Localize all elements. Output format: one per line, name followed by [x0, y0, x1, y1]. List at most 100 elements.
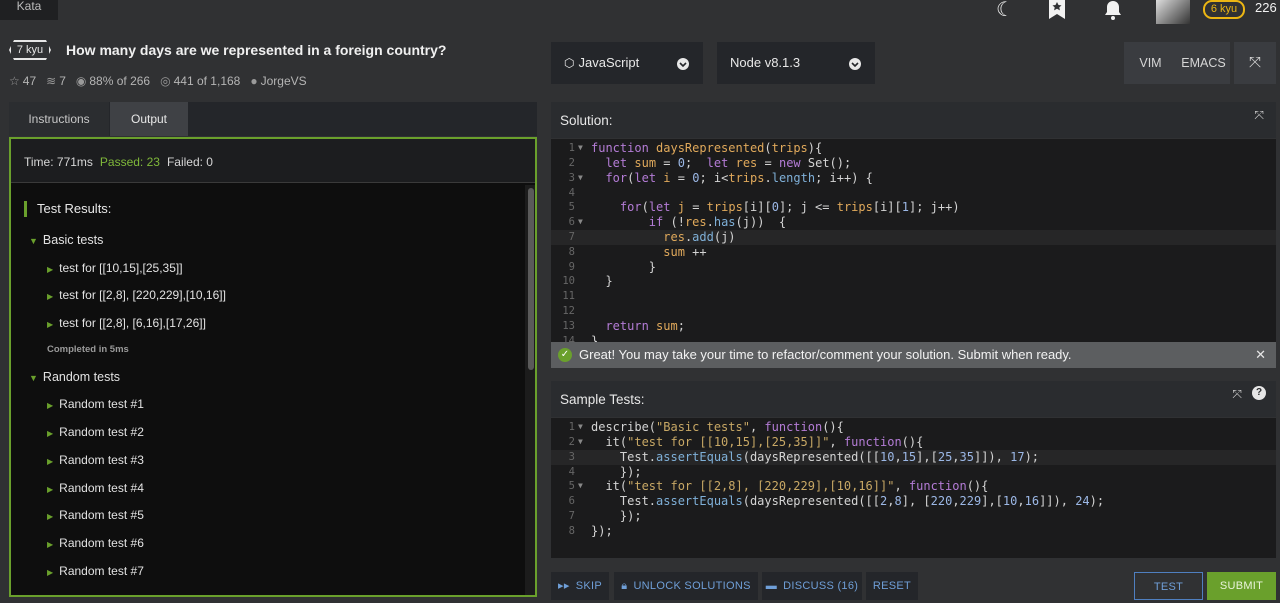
caret-down-icon: ▼: [29, 236, 38, 246]
output-panel: Time: 771ms Passed: 23 Failed: 0 Test Resu…: [9, 137, 537, 597]
avatar[interactable]: [1156, 0, 1190, 24]
test-item[interactable]: ▶ Random test #2: [47, 425, 144, 439]
test-item[interactable]: ▶ Random test #6: [47, 536, 144, 550]
line-number: 9: [568, 261, 575, 273]
author-name[interactable]: JorgeVS: [261, 74, 307, 88]
user-icon: ●: [250, 74, 258, 88]
collections-count: 7: [59, 74, 66, 88]
sample-tests-header: Sample Tests: ⤧ ?: [551, 381, 1276, 417]
tab-output[interactable]: Output: [110, 102, 188, 136]
caret-down-icon: ▼: [29, 373, 38, 383]
tab-instructions[interactable]: Instructions: [9, 102, 109, 136]
author-stat[interactable]: ● JorgeVS: [250, 74, 306, 88]
bell-icon[interactable]: [1103, 0, 1123, 24]
fold-icon[interactable]: ▼: [578, 215, 583, 230]
line-number: 3: [568, 172, 575, 184]
nav-kata-tab[interactable]: Kata: [0, 0, 58, 20]
completions-value: 441: [173, 74, 194, 88]
results-heading: Test Results:: [24, 201, 111, 217]
line-number: 6: [568, 216, 575, 228]
fold-icon[interactable]: ▼: [578, 141, 583, 156]
test-item[interactable]: ▶ Random test #7: [47, 564, 144, 578]
line-number: 4: [568, 187, 575, 199]
solution-editor[interactable]: 1 ▼ function daysRepresented(trips){ 2 let…: [551, 139, 1276, 342]
expand-icon[interactable]: ⤧: [1254, 108, 1264, 123]
code-line: 2 ▼ it("test for [[10,15],[25,35]]", func…: [551, 435, 1276, 450]
code-line: 14}: [551, 334, 1276, 342]
passed-count: Passed: 23: [99, 155, 160, 169]
completions-stat: ◎ 441 of 1,168: [160, 74, 240, 88]
line-number: 7: [568, 510, 575, 522]
caret-right-icon: ▶: [47, 265, 54, 274]
sample-tests-editor[interactable]: 1 ▼ describe("Basic tests", function(){ 2 ▼…: [551, 418, 1276, 558]
test-label: Random test #7: [59, 564, 144, 578]
submit-button[interactable]: SUBMIT: [1207, 572, 1276, 600]
code-line: 6 Test.assertEquals(daysRepresented([[2,…: [551, 494, 1276, 509]
test-label: Random test #6: [59, 536, 144, 550]
fold-icon[interactable]: ▼: [578, 171, 583, 186]
close-icon[interactable]: ✕: [1255, 342, 1266, 368]
help-icon[interactable]: ?: [1252, 386, 1266, 400]
mode-emacs-button[interactable]: EMACS: [1177, 42, 1230, 84]
line-number: 4: [568, 466, 575, 478]
fold-icon[interactable]: ▼: [578, 479, 583, 494]
language-select[interactable]: ⬡ JavaScript: [551, 42, 703, 84]
discuss-button[interactable]: ▬ DISCUSS (16): [762, 572, 862, 600]
caret-right-icon: ▶: [47, 485, 54, 494]
group-basic-tests[interactable]: ▼ Basic tests: [29, 233, 103, 247]
line-number: 8: [568, 525, 575, 537]
mode-vim-button[interactable]: VIM: [1124, 42, 1177, 84]
fullscreen-button[interactable]: ⤧: [1234, 42, 1276, 84]
test-item[interactable]: ▶ Random test #4: [47, 481, 144, 495]
fold-icon[interactable]: ▼: [578, 420, 583, 435]
output-scrollbar[interactable]: [525, 185, 535, 595]
code-line: 12: [551, 304, 1276, 319]
line-number: 1: [568, 421, 575, 433]
caret-right-icon: ▶: [47, 512, 54, 521]
fullscreen-icon: ⤧: [1248, 54, 1261, 71]
code-line-active: 3 Test.assertEquals(daysRepresented([[10…: [551, 450, 1276, 465]
code-line: 4 });: [551, 465, 1276, 480]
scroll-thumb[interactable]: [528, 188, 534, 370]
satisfaction-stat: ◉ 88% of 266: [76, 74, 150, 88]
line-number: 13: [562, 320, 575, 332]
line-number: 5: [568, 201, 575, 213]
test-item[interactable]: ▶ test for [[2,8], [6,16],[17,26]]: [47, 316, 206, 330]
kata-title: How many days are we represented in a fo…: [66, 42, 447, 58]
test-item[interactable]: ▶ test for [[2,8], [220,229],[10,16]]: [47, 288, 226, 302]
completions-total: of 1,168: [196, 74, 241, 88]
code-line: 13 return sum;: [551, 319, 1276, 334]
nav-kata-label: Kata: [16, 0, 42, 13]
unlock-solutions-button[interactable]: 🔒︎ UNLOCK SOLUTIONS: [614, 572, 758, 600]
fast-forward-icon: ▸▸: [558, 580, 570, 592]
test-item[interactable]: ▶ Random test #1: [47, 397, 144, 411]
reset-button[interactable]: RESET: [866, 572, 918, 600]
code-line: 11: [551, 289, 1276, 304]
runtime-select[interactable]: Node v8.1.3: [717, 42, 875, 84]
moon-icon[interactable]: ☾: [996, 0, 1014, 20]
code-line: 6 ▼ if (!res.has(j)) {: [551, 215, 1276, 230]
group-label: Basic tests: [42, 233, 104, 247]
code-line: 4: [551, 186, 1276, 201]
language-value: JavaScript: [578, 55, 640, 70]
test-item[interactable]: ▶ Random test #3: [47, 453, 144, 467]
rank-label: 6 kyu: [1210, 3, 1238, 15]
fold-icon[interactable]: ▼: [578, 435, 583, 450]
skip-button[interactable]: ▸▸ SKIP: [551, 572, 609, 600]
caret-right-icon: ▶: [47, 320, 54, 329]
line-number: 1: [568, 142, 575, 154]
line-number: 2: [568, 436, 575, 448]
code-line: 1 ▼ function daysRepresented(trips){: [551, 141, 1276, 156]
group-random-tests[interactable]: ▼ Random tests: [29, 370, 120, 384]
line-number: 5: [568, 480, 575, 492]
test-button[interactable]: TEST: [1134, 572, 1203, 600]
test-item[interactable]: ▶ test for [[10,15],[25,35]]: [47, 261, 183, 275]
test-label: Random test #5: [59, 508, 144, 522]
eye-icon: ◉: [75, 74, 87, 88]
output-summary: Time: 771ms Passed: 23 Failed: 0: [11, 139, 535, 183]
expand-icon[interactable]: ⤧: [1232, 387, 1242, 402]
test-label: test for [[2,8], [6,16],[17,26]]: [59, 316, 206, 330]
group-label: Random tests: [42, 370, 121, 384]
bookmark-icon[interactable]: [1047, 0, 1067, 24]
test-item[interactable]: ▶ Random test #5: [47, 508, 144, 522]
